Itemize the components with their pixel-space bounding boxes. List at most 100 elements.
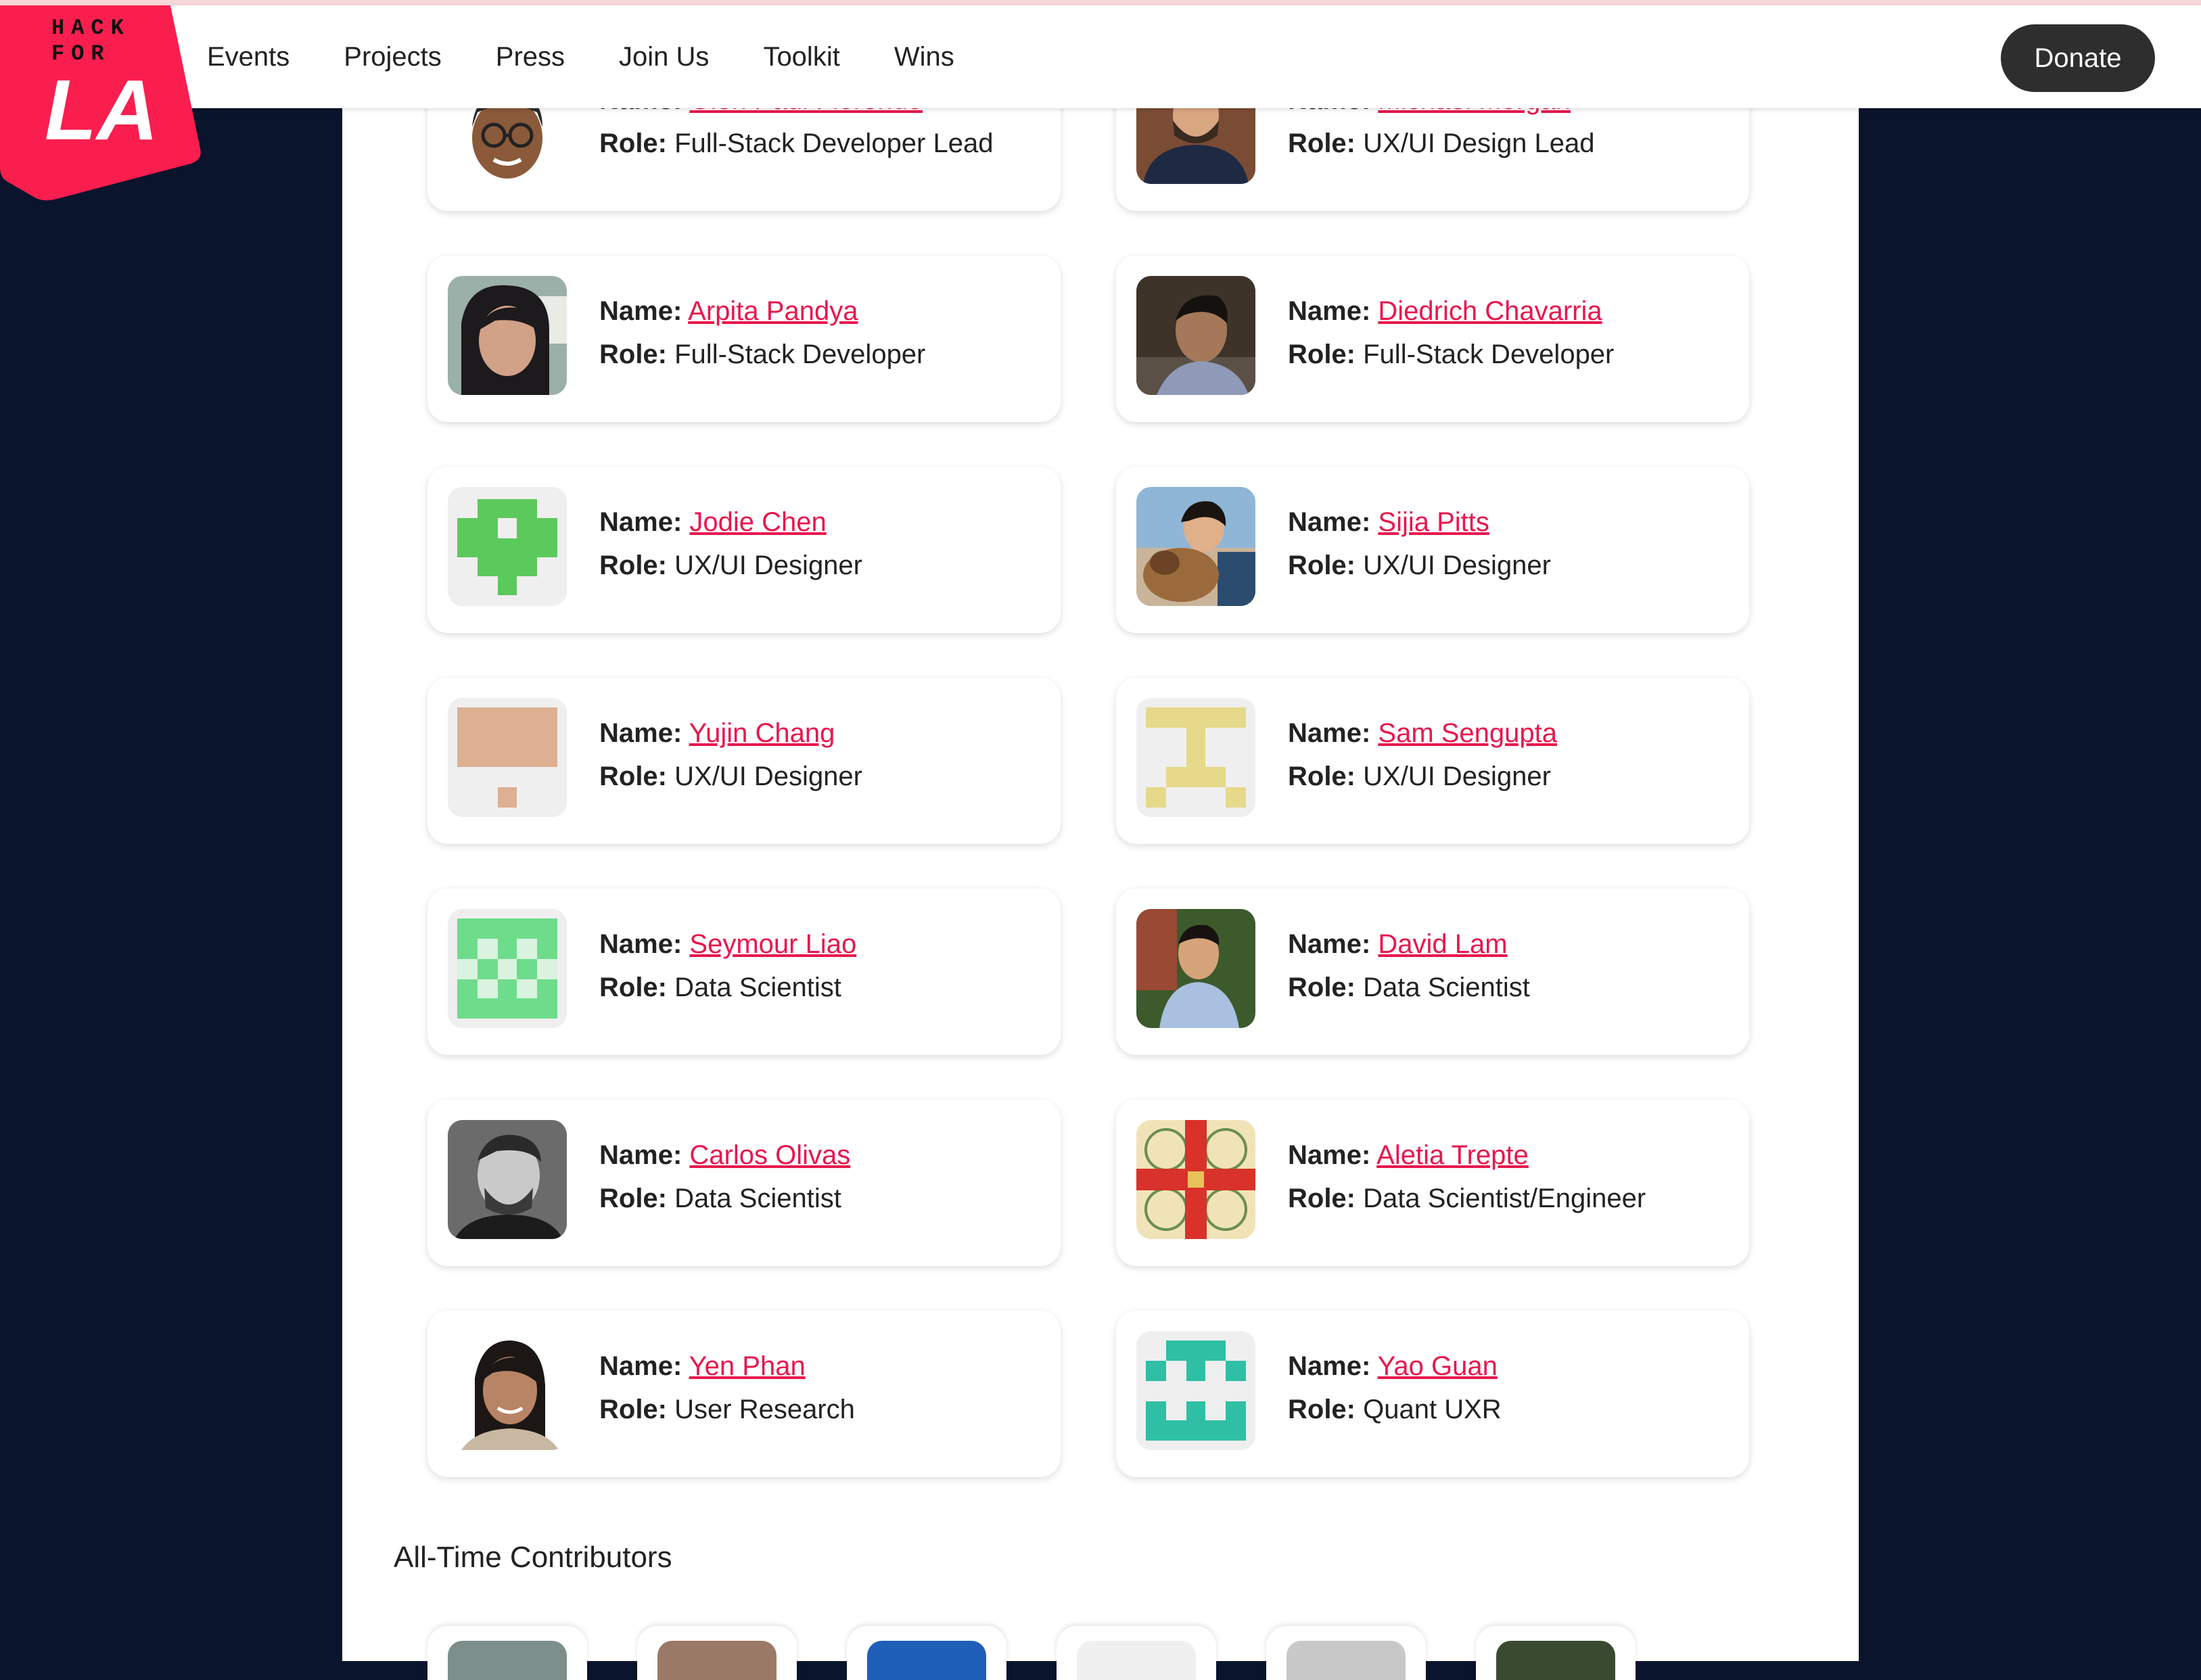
nav-link-join-us[interactable]: Join Us xyxy=(619,42,709,72)
member-name-link[interactable]: Sijia Pitts xyxy=(1378,507,1489,537)
team-card: Name: Arpita Pandya Role: Full-Stack Dev… xyxy=(427,256,1061,422)
member-role: Full-Stack Developer xyxy=(1363,340,1615,369)
name-label: Name: xyxy=(1288,1140,1371,1170)
team-card: Name: David Lam Role: Data Scientist xyxy=(1116,889,1749,1055)
role-label: Role: xyxy=(599,551,667,580)
team-card: Name: Seymour Liao Role: Data Scientist xyxy=(427,889,1061,1055)
contributor-avatar xyxy=(1077,1641,1196,1680)
contributors-heading: All-Time Contributors xyxy=(394,1541,672,1574)
role-label: Role: xyxy=(599,1184,667,1213)
role-label: Role: xyxy=(1288,551,1356,580)
avatar xyxy=(448,276,567,395)
member-name-link[interactable]: Arpita Pandya xyxy=(688,296,858,326)
team-card: Name: Aletia Trepte Role: Data Scientist… xyxy=(1116,1100,1749,1266)
contributor-card[interactable] xyxy=(1266,1626,1426,1680)
nav-links: Events Projects Press Join Us Toolkit Wi… xyxy=(207,5,1009,108)
nav-link-events[interactable]: Events xyxy=(207,42,289,72)
name-label: Name: xyxy=(1288,1351,1371,1381)
member-role: Data Scientist xyxy=(674,973,841,1002)
contributor-avatar xyxy=(657,1641,777,1680)
member-name-link[interactable]: Carlos Olivas xyxy=(689,1140,850,1170)
nav-link-press[interactable]: Press xyxy=(496,42,565,72)
member-info: Name: Arpita Pandya Role: Full-Stack Dev… xyxy=(599,289,925,376)
role-label: Role: xyxy=(599,129,667,158)
team-card: Name: Jodie Chen Role: UX/UI Designer xyxy=(427,467,1061,633)
role-label: Role: xyxy=(599,1395,667,1424)
name-label: Name: xyxy=(1288,718,1371,748)
member-info: Name: Carlos Olivas Role: Data Scientist xyxy=(599,1134,850,1220)
contributor-card[interactable] xyxy=(847,1626,1006,1680)
team-card: Name: Sam Sengupta Role: UX/UI Designer xyxy=(1116,678,1749,844)
donate-button[interactable]: Donate xyxy=(2001,24,2155,92)
role-label: Role: xyxy=(1288,129,1356,158)
contributor-card[interactable] xyxy=(427,1626,587,1680)
logo-line3: LA xyxy=(45,62,158,158)
member-role: UX/UI Designer xyxy=(1363,762,1551,791)
member-role: Full-Stack Developer Lead xyxy=(674,129,994,158)
avatar xyxy=(1136,276,1255,395)
member-name-link[interactable]: Sam Sengupta xyxy=(1378,718,1557,748)
team-card: Name: Yao Guan Role: Quant UXR xyxy=(1116,1311,1749,1477)
name-label: Name: xyxy=(599,1351,682,1381)
name-label: Name: xyxy=(599,296,682,326)
member-role: Full-Stack Developer xyxy=(674,340,926,369)
member-name-link[interactable]: David Lam xyxy=(1378,929,1507,959)
member-role: UX/UI Designer xyxy=(674,762,862,791)
member-role: Data Scientist/Engineer xyxy=(1363,1184,1646,1213)
avatar xyxy=(448,698,567,817)
member-info: Name: Jodie Chen Role: UX/UI Designer xyxy=(599,500,862,587)
contributor-card[interactable] xyxy=(637,1626,797,1680)
member-info: Name: Yujin Chang Role: UX/UI Designer xyxy=(599,711,862,798)
member-role: Data Scientist xyxy=(1363,973,1530,1002)
avatar xyxy=(448,487,567,606)
avatar xyxy=(1136,1120,1255,1239)
name-label: Name: xyxy=(599,507,682,537)
avatar xyxy=(448,1331,567,1450)
name-label: Name: xyxy=(1288,929,1371,959)
member-info: Name: Seymour Liao Role: Data Scientist xyxy=(599,923,856,1009)
role-label: Role: xyxy=(599,340,667,369)
logo-line1: HACK xyxy=(51,16,131,41)
avatar xyxy=(448,909,567,1028)
nav-link-wins[interactable]: Wins xyxy=(894,42,954,72)
member-name-link[interactable]: Yujin Chang xyxy=(689,718,835,748)
team-card: Name: Diedrich Chavarria Role: Full-Stac… xyxy=(1116,256,1749,422)
name-label: Name: xyxy=(599,929,682,959)
contributor-avatar xyxy=(1287,1641,1406,1680)
contributor-card[interactable] xyxy=(1476,1626,1636,1680)
role-label: Role: xyxy=(599,762,667,791)
hack-for-la-logo[interactable]: HACK FOR LA xyxy=(0,0,203,203)
member-name-link[interactable]: Yao Guan xyxy=(1378,1351,1498,1381)
name-label: Name: xyxy=(1288,507,1371,537)
avatar xyxy=(1136,909,1255,1028)
contributor-avatar xyxy=(867,1641,986,1680)
member-name-link[interactable]: Seymour Liao xyxy=(689,929,856,959)
member-name-link[interactable]: Diedrich Chavarria xyxy=(1378,296,1602,326)
contributor-card[interactable] xyxy=(1057,1626,1216,1680)
member-name-link[interactable]: Yen Phan xyxy=(689,1351,806,1381)
role-label: Role: xyxy=(1288,762,1356,791)
member-role: UX/UI Designer xyxy=(1363,551,1551,580)
member-name-link[interactable]: Aletia Trepte xyxy=(1376,1140,1529,1170)
member-info: Name: Sijia Pitts Role: UX/UI Designer xyxy=(1288,500,1551,587)
role-label: Role: xyxy=(1288,1184,1356,1213)
role-label: Role: xyxy=(599,973,667,1002)
team-section: Name: Glen Paul Florendo Role: Full-Stac… xyxy=(342,45,1859,1680)
member-info: Name: Yao Guan Role: Quant UXR xyxy=(1288,1345,1502,1431)
member-role: User Research xyxy=(674,1395,855,1424)
team-card: Name: Yen Phan Role: User Research xyxy=(427,1311,1061,1477)
member-role: UX/UI Designer xyxy=(674,551,862,580)
team-card: Name: Yujin Chang Role: UX/UI Designer xyxy=(427,678,1061,844)
avatar xyxy=(1136,487,1255,606)
name-label: Name: xyxy=(1288,296,1371,326)
nav-link-projects[interactable]: Projects xyxy=(344,42,442,72)
top-navbar: Events Projects Press Join Us Toolkit Wi… xyxy=(0,5,2201,108)
name-label: Name: xyxy=(599,718,682,748)
member-role: Data Scientist xyxy=(674,1184,841,1213)
avatar xyxy=(448,1120,567,1239)
nav-link-toolkit[interactable]: Toolkit xyxy=(763,42,839,72)
team-card: Name: Sijia Pitts Role: UX/UI Designer xyxy=(1116,467,1749,633)
role-label: Role: xyxy=(1288,1395,1356,1424)
member-name-link[interactable]: Jodie Chen xyxy=(689,507,826,537)
contributor-avatar xyxy=(1496,1641,1615,1680)
